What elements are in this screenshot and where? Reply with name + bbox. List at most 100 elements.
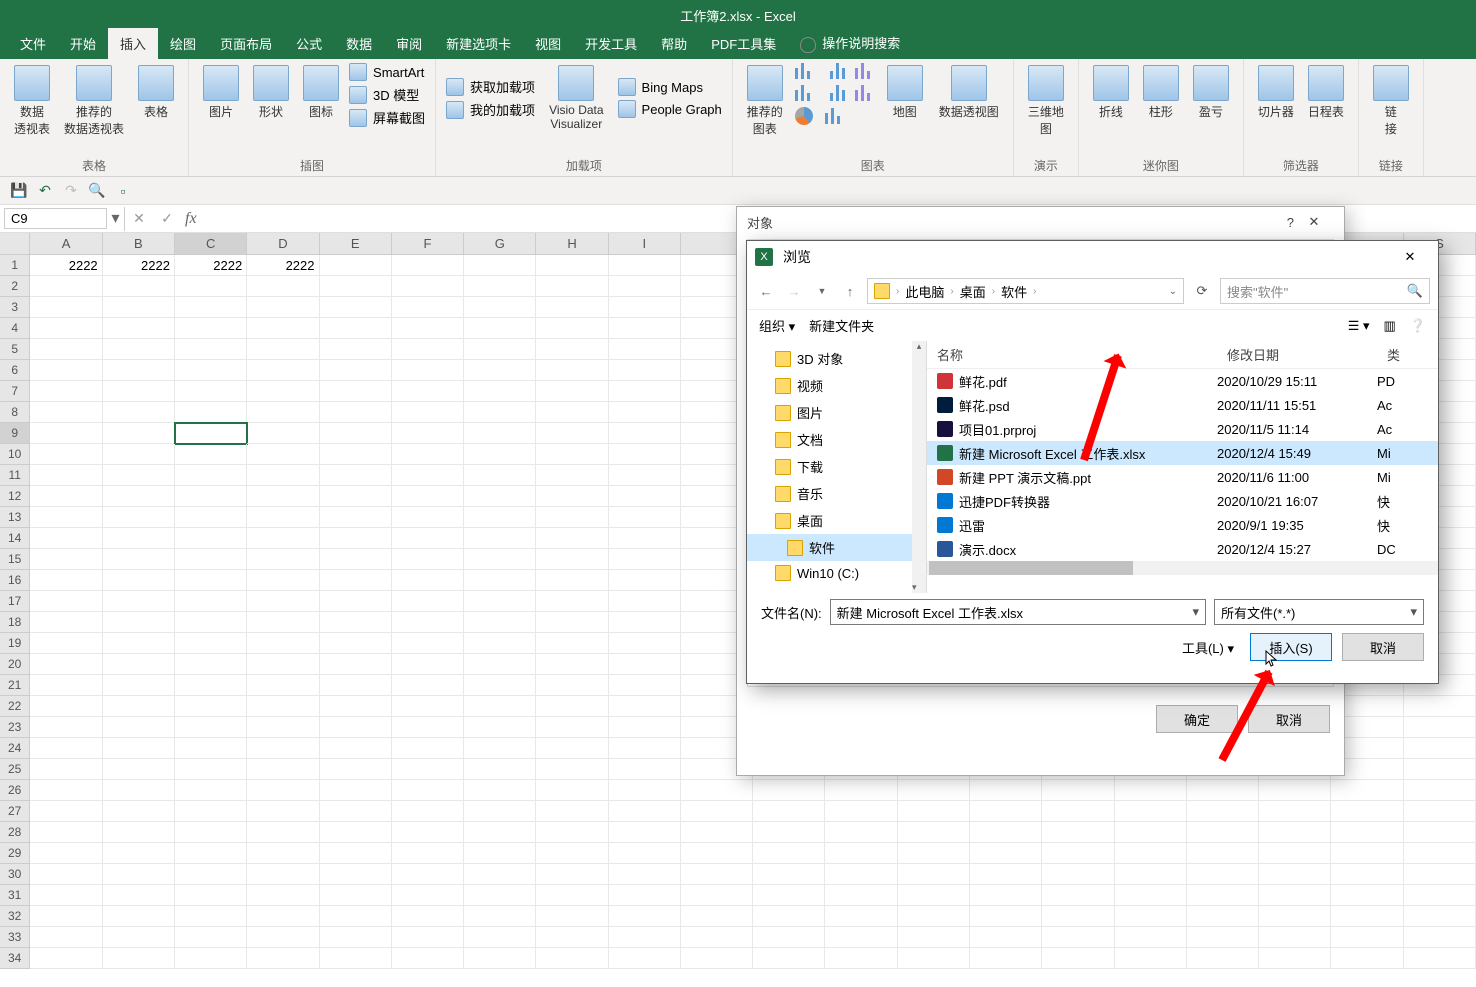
cell[interactable] bbox=[175, 948, 247, 969]
cell[interactable] bbox=[247, 549, 319, 570]
cell[interactable] bbox=[609, 780, 681, 801]
row-header[interactable]: 21 bbox=[0, 675, 30, 696]
row-header[interactable]: 26 bbox=[0, 780, 30, 801]
cell[interactable] bbox=[1115, 801, 1187, 822]
cell[interactable] bbox=[898, 948, 970, 969]
tree-item[interactable]: 3D 对象 bbox=[747, 345, 926, 372]
ribbon-button[interactable]: 表格 bbox=[134, 63, 178, 122]
cell[interactable] bbox=[825, 843, 897, 864]
cell[interactable] bbox=[1259, 885, 1331, 906]
cell[interactable] bbox=[1404, 822, 1476, 843]
cell[interactable] bbox=[103, 297, 175, 318]
column-header[interactable]: B bbox=[103, 233, 175, 255]
cell[interactable] bbox=[825, 927, 897, 948]
row-header[interactable]: 6 bbox=[0, 360, 30, 381]
cell[interactable] bbox=[898, 843, 970, 864]
cell[interactable] bbox=[970, 843, 1042, 864]
tab-新建选项卡[interactable]: 新建选项卡 bbox=[434, 28, 523, 59]
cell[interactable] bbox=[609, 339, 681, 360]
cell[interactable] bbox=[825, 885, 897, 906]
cell[interactable] bbox=[1404, 738, 1476, 759]
view-detail-icon[interactable]: ▥ bbox=[1384, 318, 1396, 334]
cell[interactable] bbox=[103, 402, 175, 423]
cell[interactable] bbox=[536, 717, 608, 738]
cell[interactable] bbox=[30, 276, 102, 297]
cell[interactable] bbox=[175, 843, 247, 864]
cell[interactable] bbox=[320, 465, 392, 486]
ribbon-button[interactable]: 图片 bbox=[199, 63, 243, 122]
cell[interactable] bbox=[392, 591, 464, 612]
cell[interactable] bbox=[536, 339, 608, 360]
redo-icon[interactable]: ↷ bbox=[62, 182, 80, 200]
cell[interactable] bbox=[609, 507, 681, 528]
ribbon-button[interactable]: 切片器 bbox=[1254, 63, 1298, 122]
cell[interactable] bbox=[175, 507, 247, 528]
cell[interactable] bbox=[247, 318, 319, 339]
cell[interactable] bbox=[464, 423, 536, 444]
cell[interactable] bbox=[464, 465, 536, 486]
cell[interactable] bbox=[392, 906, 464, 927]
cell[interactable] bbox=[1331, 843, 1403, 864]
ok-button[interactable]: 确定 bbox=[1156, 705, 1238, 733]
cell[interactable] bbox=[1042, 885, 1114, 906]
recommended-charts-button[interactable]: 推荐的 图表 bbox=[743, 63, 787, 139]
cell[interactable] bbox=[1404, 717, 1476, 738]
cell[interactable] bbox=[320, 885, 392, 906]
cell[interactable] bbox=[320, 318, 392, 339]
cell[interactable] bbox=[103, 549, 175, 570]
cell[interactable] bbox=[536, 696, 608, 717]
chart-type-icon[interactable] bbox=[825, 85, 845, 101]
row-header[interactable]: 34 bbox=[0, 948, 30, 969]
column-header[interactable]: I bbox=[609, 233, 681, 255]
cell[interactable] bbox=[1259, 948, 1331, 969]
ribbon-item[interactable]: 屏幕截图 bbox=[349, 108, 425, 127]
cell[interactable] bbox=[464, 780, 536, 801]
cell[interactable] bbox=[320, 864, 392, 885]
cell[interactable] bbox=[247, 801, 319, 822]
cell[interactable] bbox=[898, 885, 970, 906]
cell[interactable] bbox=[1115, 927, 1187, 948]
tab-审阅[interactable]: 审阅 bbox=[384, 28, 434, 59]
cell[interactable] bbox=[1115, 822, 1187, 843]
cell[interactable] bbox=[392, 927, 464, 948]
cell[interactable] bbox=[753, 948, 825, 969]
cell[interactable] bbox=[320, 339, 392, 360]
cell[interactable] bbox=[609, 927, 681, 948]
cell[interactable] bbox=[536, 780, 608, 801]
cell[interactable] bbox=[392, 339, 464, 360]
cell[interactable] bbox=[392, 696, 464, 717]
cell[interactable] bbox=[320, 528, 392, 549]
cell[interactable] bbox=[609, 402, 681, 423]
row-header[interactable]: 3 bbox=[0, 297, 30, 318]
row-header[interactable]: 1 bbox=[0, 255, 30, 276]
cell[interactable] bbox=[681, 906, 753, 927]
cell[interactable] bbox=[320, 549, 392, 570]
cell[interactable] bbox=[392, 486, 464, 507]
cell[interactable] bbox=[30, 507, 102, 528]
header-type[interactable]: 类 bbox=[1377, 341, 1437, 368]
cell[interactable] bbox=[609, 255, 681, 276]
path-breadcrumb[interactable]: › 此电脑› 桌面› 软件› ⌄ bbox=[867, 278, 1184, 304]
cell[interactable] bbox=[1259, 822, 1331, 843]
history-dropdown[interactable]: ▼ bbox=[811, 286, 833, 296]
cell[interactable] bbox=[464, 402, 536, 423]
cell[interactable] bbox=[464, 927, 536, 948]
cell[interactable] bbox=[609, 486, 681, 507]
cell[interactable] bbox=[1115, 948, 1187, 969]
cell[interactable] bbox=[536, 549, 608, 570]
cell[interactable] bbox=[392, 381, 464, 402]
cell[interactable] bbox=[464, 759, 536, 780]
cell[interactable] bbox=[392, 297, 464, 318]
cell[interactable] bbox=[1042, 801, 1114, 822]
cell[interactable] bbox=[103, 318, 175, 339]
cell[interactable] bbox=[30, 486, 102, 507]
cancel-icon[interactable]: ✕ bbox=[125, 210, 153, 227]
cell[interactable] bbox=[320, 780, 392, 801]
row-header[interactable]: 22 bbox=[0, 696, 30, 717]
cell[interactable] bbox=[609, 360, 681, 381]
cell[interactable] bbox=[609, 444, 681, 465]
cell[interactable] bbox=[1404, 885, 1476, 906]
cell[interactable] bbox=[320, 276, 392, 297]
cell[interactable]: 2222 bbox=[30, 255, 102, 276]
tools-dropdown[interactable]: 工具(L) ▾ bbox=[1182, 638, 1234, 657]
